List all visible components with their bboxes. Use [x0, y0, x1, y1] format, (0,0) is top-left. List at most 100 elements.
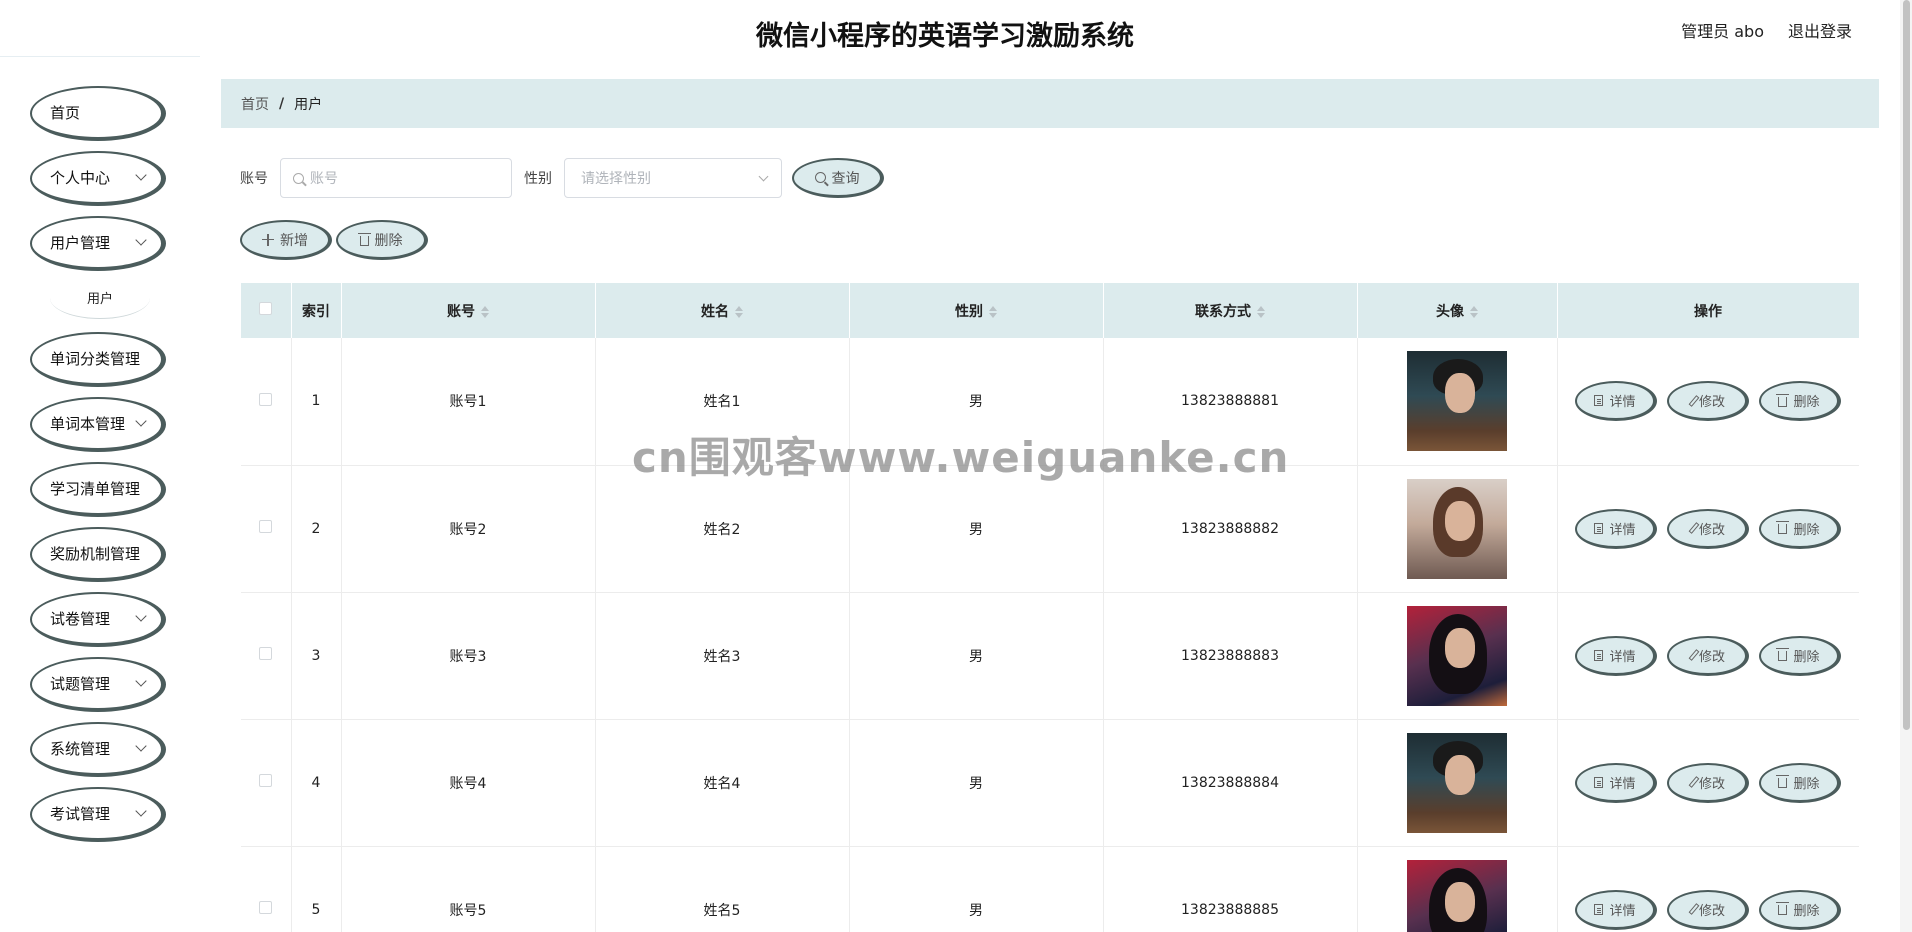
query-button-label: 查询: [831, 170, 860, 187]
cell-gender: 男: [849, 592, 1104, 720]
document-icon: [1594, 649, 1604, 661]
chevron-down-icon: [135, 169, 147, 181]
row-delete-button[interactable]: 删除: [1759, 381, 1841, 422]
row-checkbox[interactable]: [259, 901, 273, 914]
row-delete-button[interactable]: 删除: [1759, 889, 1841, 930]
sidebar-item-study-list[interactable]: 学习清单管理: [30, 462, 166, 517]
column-header-gender[interactable]: 性别: [849, 283, 1104, 338]
sidebar-item-exam[interactable]: 考试管理: [30, 787, 166, 842]
row-actions: 详情 修改 删除: [1558, 889, 1859, 930]
sidebar-item-label: 学习清单管理: [50, 480, 141, 498]
sidebar-item-user-management[interactable]: 用户管理: [30, 216, 166, 271]
edit-button[interactable]: 修改: [1667, 762, 1749, 803]
row-delete-button[interactable]: 删除: [1759, 508, 1841, 549]
sidebar-item-label: 单词分类管理: [50, 350, 141, 368]
gender-placeholder: 请选择性别: [581, 171, 651, 187]
row-checkbox[interactable]: [259, 774, 273, 787]
edit-button[interactable]: 修改: [1667, 508, 1749, 549]
account-search-input[interactable]: 账号: [280, 158, 512, 198]
sidebar-item-system[interactable]: 系统管理: [30, 722, 166, 777]
trash-icon: [1776, 521, 1790, 534]
edit-button[interactable]: 修改: [1667, 889, 1749, 930]
detail-button[interactable]: 详情: [1575, 635, 1657, 676]
sidebar-item-question[interactable]: 试题管理: [30, 657, 166, 712]
chevron-down-icon: [758, 171, 769, 182]
sidebar-item-label: 试题管理: [50, 675, 111, 693]
delete-button[interactable]: 删除: [336, 220, 428, 260]
document-icon: [1594, 776, 1604, 788]
sidebar-item-label: 单词本管理: [50, 415, 126, 433]
sidebar-item-personal-center[interactable]: 个人中心: [30, 151, 166, 206]
chevron-down-icon: [135, 234, 147, 246]
breadcrumb-current: 用户: [294, 96, 323, 113]
chevron-down-icon: [135, 805, 147, 817]
row-delete-button[interactable]: 删除: [1759, 635, 1841, 676]
sort-icon[interactable]: [989, 305, 997, 318]
sort-icon[interactable]: [1257, 305, 1265, 318]
page-scrollbar[interactable]: [1900, 0, 1912, 932]
detail-button[interactable]: 详情: [1575, 508, 1657, 549]
detail-button[interactable]: 详情: [1575, 762, 1657, 803]
select-all-checkbox[interactable]: [259, 302, 273, 315]
cell-index: 2: [291, 465, 342, 593]
gender-label: 性别: [524, 171, 552, 187]
avatar: [1407, 605, 1507, 706]
sort-icon[interactable]: [1470, 305, 1478, 318]
pencil-icon: [1688, 776, 1700, 788]
column-header-phone[interactable]: 联系方式: [1103, 283, 1358, 338]
edit-button[interactable]: 修改: [1667, 381, 1749, 422]
gender-select[interactable]: 请选择性别: [564, 158, 782, 198]
cell-index: 5: [291, 846, 342, 932]
column-header-avatar[interactable]: 头像: [1357, 283, 1558, 338]
header: 微信小程序的英语学习激励系统 管理员 abo 退出登录: [0, 0, 1890, 60]
edit-button[interactable]: 修改: [1667, 635, 1749, 676]
logout-link[interactable]: 退出登录: [1788, 18, 1852, 42]
detail-button[interactable]: 详情: [1575, 889, 1657, 930]
pencil-icon: [1688, 522, 1700, 534]
cell-gender: 男: [849, 846, 1104, 932]
delete-button-label: 删除: [374, 232, 403, 249]
sidebar-item-label: 试卷管理: [50, 610, 111, 628]
column-header-index: 索引: [291, 283, 342, 338]
document-icon: [1594, 395, 1604, 407]
sort-icon[interactable]: [735, 305, 743, 318]
query-button[interactable]: 查询: [792, 158, 884, 198]
pencil-icon: [1688, 903, 1700, 915]
row-actions: 详情 修改 删除: [1558, 508, 1859, 549]
sidebar-item-home[interactable]: 首页: [30, 86, 166, 141]
search-icon: [293, 172, 304, 184]
sidebar-item-exam-paper[interactable]: 试卷管理: [30, 592, 166, 647]
cell-account: 账号2: [341, 465, 596, 593]
app-root: 微信小程序的英语学习激励系统 管理员 abo 退出登录 首页 个人中心 用户管理…: [0, 0, 1912, 932]
header-user-area: 管理员 abo 退出登录: [1681, 18, 1852, 42]
sidebar-subitem-user[interactable]: 用户: [50, 277, 150, 319]
column-header-name[interactable]: 姓名: [595, 283, 850, 338]
cell-gender: 男: [849, 719, 1104, 847]
sort-icon[interactable]: [481, 305, 489, 318]
sidebar-item-reward[interactable]: 奖励机制管理: [30, 527, 166, 582]
row-delete-button[interactable]: 删除: [1759, 762, 1841, 803]
row-checkbox[interactable]: [259, 647, 273, 660]
row-actions: 详情 修改 删除: [1558, 635, 1859, 676]
sidebar-item-label: 奖励机制管理: [50, 545, 141, 563]
row-checkbox[interactable]: [259, 520, 273, 533]
sidebar-subitem-label: 用户: [86, 292, 113, 307]
add-button[interactable]: 新增: [240, 220, 332, 260]
column-header-actions: 操作: [1557, 283, 1859, 338]
trash-icon: [1776, 775, 1790, 788]
column-header-account[interactable]: 账号: [341, 283, 596, 338]
cell-name: 姓名3: [595, 592, 850, 720]
admin-user-label[interactable]: 管理员 abo: [1681, 18, 1764, 42]
search-bar: 账号 账号 性别 请选择性别 查询: [240, 158, 884, 198]
sidebar-item-wordbook[interactable]: 单词本管理: [30, 397, 166, 452]
sidebar-item-word-category[interactable]: 单词分类管理: [30, 332, 166, 387]
row-checkbox[interactable]: [259, 392, 273, 406]
detail-button[interactable]: 详情: [1575, 381, 1657, 422]
add-button-label: 新增: [280, 232, 308, 249]
sidebar-divider: [0, 56, 200, 57]
select-all-cell: [241, 283, 292, 338]
sidebar-item-label: 用户管理: [50, 234, 111, 252]
breadcrumb-home[interactable]: 首页: [241, 94, 269, 114]
chevron-down-icon: [135, 415, 147, 427]
scrollbar-thumb[interactable]: [1903, 0, 1910, 730]
